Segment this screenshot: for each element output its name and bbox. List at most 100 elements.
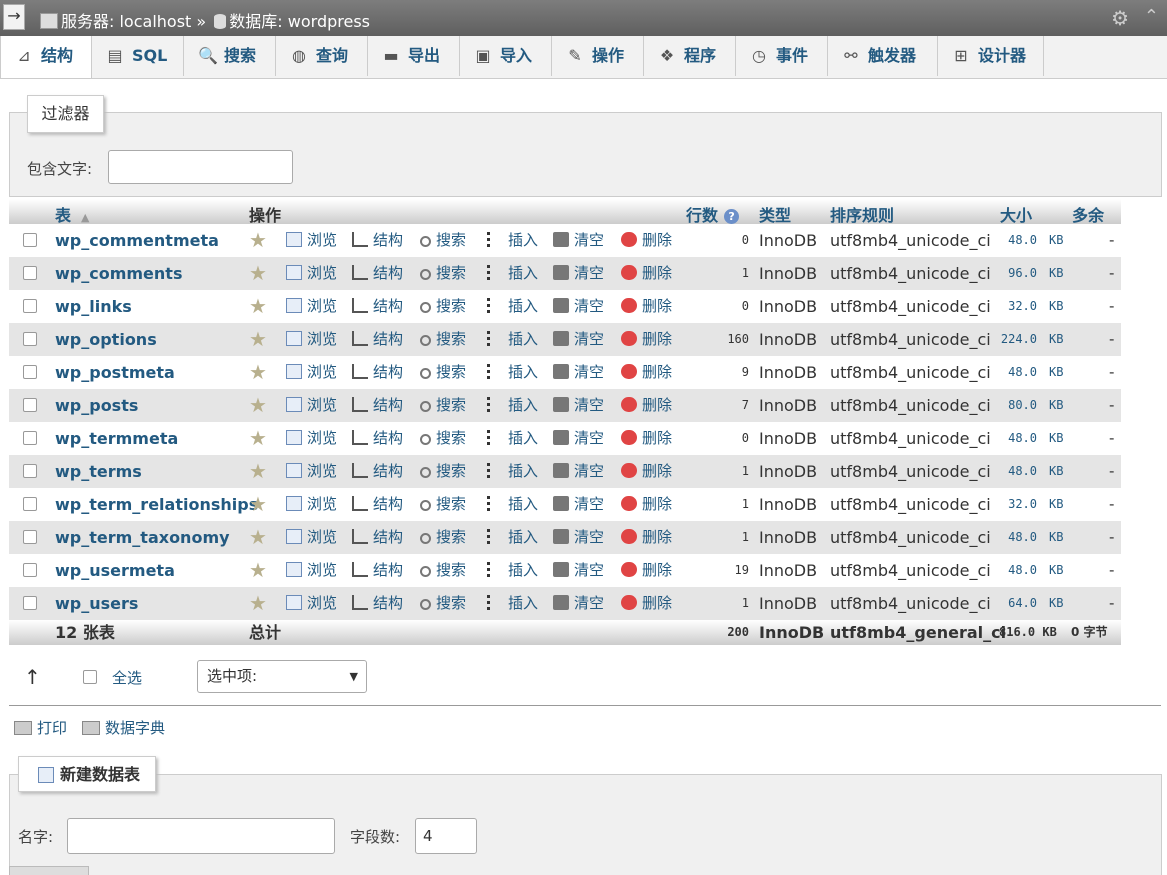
insert-button[interactable]: 插入 [487, 422, 538, 455]
size-unit[interactable]: KB [1049, 422, 1063, 455]
favorite-star-icon[interactable]: ★ [249, 323, 267, 356]
empty-button[interactable]: 清空 [553, 257, 604, 290]
favorite-star-icon[interactable]: ★ [249, 488, 267, 521]
structure-button[interactable]: 结构 [352, 521, 403, 554]
structure-button[interactable]: 结构 [352, 554, 403, 587]
size-value[interactable]: 48.0 [999, 455, 1037, 488]
search-button[interactable]: 搜索 [420, 587, 466, 620]
insert-button[interactable]: 插入 [487, 389, 538, 422]
table-name-link[interactable]: wp_postmeta [55, 356, 175, 389]
table-name-link[interactable]: wp_comments [55, 257, 182, 290]
browse-button[interactable]: 浏览 [286, 422, 337, 455]
tab-import[interactable]: ▣ 导入 [460, 36, 552, 76]
tab-operations[interactable]: ✎ 操作 [552, 36, 644, 76]
drop-button[interactable]: 删除 [621, 587, 672, 620]
insert-button[interactable]: 插入 [487, 257, 538, 290]
row-checkbox[interactable] [23, 596, 37, 610]
empty-button[interactable]: 清空 [553, 587, 604, 620]
row-checkbox[interactable] [23, 497, 37, 511]
search-button[interactable]: 搜索 [420, 290, 466, 323]
size-value[interactable]: 48.0 [999, 356, 1037, 389]
size-value[interactable]: 80.0 [999, 389, 1037, 422]
header-collation[interactable]: 排序规则 [830, 202, 894, 226]
with-selected-select[interactable]: 选中项: ▼ [197, 660, 367, 693]
size-value[interactable]: 64.0 [999, 587, 1037, 620]
browse-button[interactable]: 浏览 [286, 290, 337, 323]
settings-gear-icon[interactable]: ⚙ [1111, 6, 1129, 30]
search-button[interactable]: 搜索 [420, 422, 466, 455]
row-checkbox[interactable] [23, 233, 37, 247]
row-checkbox[interactable] [23, 398, 37, 412]
search-button[interactable]: 搜索 [420, 488, 466, 521]
row-checkbox[interactable] [23, 266, 37, 280]
drop-button[interactable]: 删除 [621, 290, 672, 323]
print-link[interactable]: 打印 [14, 717, 67, 738]
favorite-star-icon[interactable]: ★ [249, 389, 267, 422]
table-name-link[interactable]: wp_links [55, 290, 132, 323]
filter-input[interactable] [108, 150, 293, 184]
table-name-link[interactable]: wp_users [55, 587, 138, 620]
table-name-link[interactable]: wp_commentmeta [55, 224, 219, 257]
size-value[interactable]: 48.0 [999, 521, 1037, 554]
insert-button[interactable]: 插入 [487, 290, 538, 323]
insert-button[interactable]: 插入 [487, 554, 538, 587]
favorite-star-icon[interactable]: ★ [249, 521, 267, 554]
insert-button[interactable]: 插入 [487, 356, 538, 389]
check-all-checkbox[interactable] [83, 670, 97, 684]
size-value[interactable]: 32.0 [999, 488, 1037, 521]
favorite-star-icon[interactable]: ★ [249, 224, 267, 257]
search-button[interactable]: 搜索 [420, 521, 466, 554]
size-unit[interactable]: KB [1049, 389, 1063, 422]
table-name-link[interactable]: wp_usermeta [55, 554, 175, 587]
row-checkbox[interactable] [23, 299, 37, 313]
size-unit[interactable]: KB [1049, 587, 1063, 620]
row-checkbox[interactable] [23, 365, 37, 379]
empty-button[interactable]: 清空 [553, 290, 604, 323]
breadcrumb-database[interactable]: 数据库: wordpress [229, 12, 370, 31]
empty-button[interactable]: 清空 [553, 521, 604, 554]
browse-button[interactable]: 浏览 [286, 323, 337, 356]
size-value[interactable]: 48.0 [999, 224, 1037, 257]
size-unit[interactable]: KB [1049, 290, 1063, 323]
row-checkbox[interactable] [23, 530, 37, 544]
data-dictionary-link[interactable]: 数据字典 [82, 717, 165, 738]
drop-button[interactable]: 删除 [621, 422, 672, 455]
favorite-star-icon[interactable]: ★ [249, 455, 267, 488]
tab-search[interactable]: 🔍 搜索 [184, 36, 276, 76]
row-checkbox[interactable] [23, 431, 37, 445]
size-unit[interactable]: KB [1049, 455, 1063, 488]
breadcrumb-server[interactable]: 服务器: localhost [61, 12, 191, 31]
browse-button[interactable]: 浏览 [286, 257, 337, 290]
empty-button[interactable]: 清空 [553, 422, 604, 455]
drop-button[interactable]: 删除 [621, 521, 672, 554]
table-name-link[interactable]: wp_terms [55, 455, 142, 488]
empty-button[interactable]: 清空 [553, 554, 604, 587]
table-name-link[interactable]: wp_options [55, 323, 157, 356]
size-value[interactable]: 96.0 [999, 257, 1037, 290]
field-count-input[interactable]: 4 [415, 818, 477, 854]
favorite-star-icon[interactable]: ★ [249, 554, 267, 587]
tab-query[interactable]: ◍ 查询 [276, 36, 368, 76]
table-name-link[interactable]: wp_term_taxonomy [55, 521, 230, 554]
drop-button[interactable]: 删除 [621, 455, 672, 488]
row-checkbox[interactable] [23, 563, 37, 577]
browse-button[interactable]: 浏览 [286, 389, 337, 422]
size-unit[interactable]: KB [1049, 224, 1063, 257]
drop-button[interactable]: 删除 [621, 323, 672, 356]
tab-export[interactable]: ▬ 导出 [368, 36, 460, 76]
header-overhead[interactable]: 多余 [1072, 202, 1104, 226]
size-unit[interactable]: KB [1049, 521, 1063, 554]
tab-designer[interactable]: ⊞ 设计器 [938, 36, 1044, 76]
help-icon[interactable]: ? [724, 209, 740, 224]
tab-triggers[interactable]: ⚯ 触发器 [828, 36, 938, 76]
table-name-link[interactable]: wp_posts [55, 389, 138, 422]
header-table[interactable]: 表 ▲ [55, 202, 89, 226]
insert-button[interactable]: 插入 [487, 455, 538, 488]
structure-button[interactable]: 结构 [352, 290, 403, 323]
favorite-star-icon[interactable]: ★ [249, 587, 267, 620]
search-button[interactable]: 搜索 [420, 323, 466, 356]
header-type[interactable]: 类型 [759, 202, 791, 226]
structure-button[interactable]: 结构 [352, 323, 403, 356]
table-name-input[interactable] [67, 818, 335, 854]
structure-button[interactable]: 结构 [352, 455, 403, 488]
